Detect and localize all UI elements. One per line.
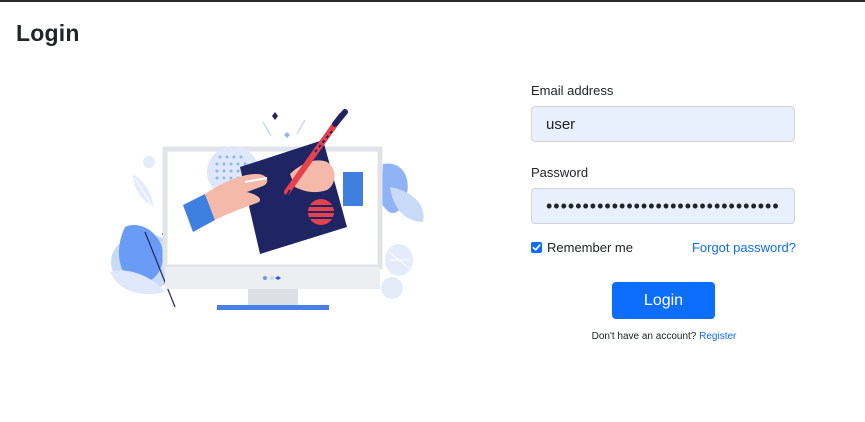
login-illustration [110,109,424,310]
remember-label: Remember me [547,240,633,255]
login-button[interactable]: Login [612,282,715,319]
sparkle-icon [262,112,306,138]
password-field[interactable] [531,188,795,224]
register-prompt: Don't have an account? [591,331,697,342]
email-label: Email address [531,83,614,98]
login-page: Login Email address user Password ••••••… [0,0,865,422]
checkmark-icon [532,244,541,251]
register-link[interactable]: Register [699,331,736,342]
register-row: Don't have an account? Register [531,331,797,342]
remember-checkbox[interactable] [531,242,542,253]
page-title: Login [16,20,80,46]
password-label: Password [531,165,589,180]
forgot-password-link[interactable]: Forgot password? [692,240,796,255]
plant-right-icon [381,163,424,299]
email-field[interactable] [531,106,795,142]
remember-me[interactable]: Remember me [531,240,633,255]
